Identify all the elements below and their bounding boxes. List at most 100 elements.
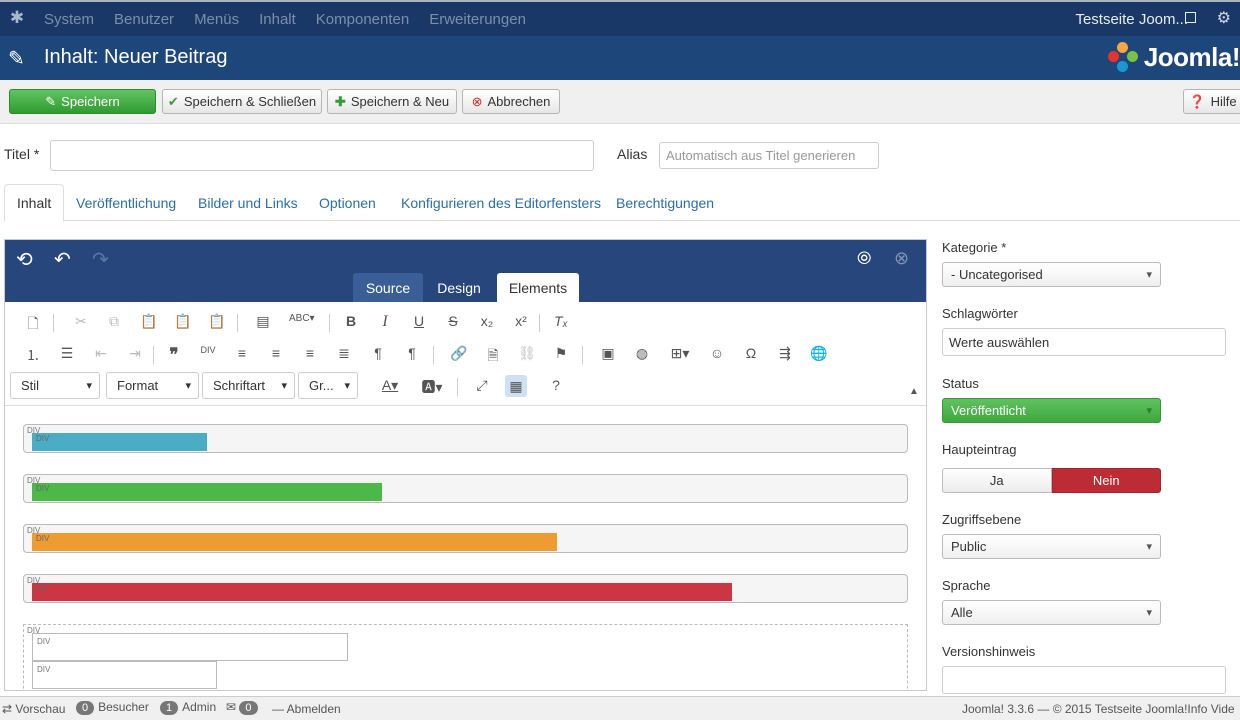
div-container-icon[interactable]: DIV xyxy=(197,345,219,355)
alias-input[interactable]: Automatisch aus Titel generieren xyxy=(659,142,879,169)
anchor-flag-icon[interactable]: ⚑ xyxy=(550,345,572,362)
horizontal-rule-icon[interactable]: ⇶ xyxy=(774,345,796,362)
save-close-button[interactable]: ✔ Speichern & Schließen xyxy=(162,89,322,114)
menu-item-menus[interactable]: Menüs xyxy=(194,11,239,28)
align-right-icon[interactable]: ≡ xyxy=(299,345,321,361)
close-icon[interactable]: ⊗ xyxy=(894,248,909,269)
menu-item-users[interactable]: Benutzer xyxy=(114,11,174,28)
subscript-icon[interactable]: x₂ xyxy=(476,313,498,329)
tab-optionen[interactable]: Optionen xyxy=(307,184,388,221)
image-icon[interactable]: ▣ xyxy=(597,345,619,362)
wysiwyg-editor: ⟲ ↶ ↷ ⦾ ⊗ Source Design Elements 🗋 ✂ ⧉ 📋… xyxy=(4,239,927,691)
unlink-icon[interactable]: ⛓ xyxy=(516,345,538,362)
blockquote-icon[interactable]: ❞ xyxy=(163,345,185,365)
outdent-icon[interactable]: ⇤ xyxy=(90,345,112,362)
redo-icon[interactable]: ↷ xyxy=(92,247,109,272)
site-link[interactable]: Testseite Joom... xyxy=(1075,11,1188,28)
envelope-icon: ✉ xyxy=(226,700,240,714)
superscript-icon[interactable]: x² xyxy=(510,313,532,329)
external-link-icon[interactable] xyxy=(1185,12,1196,23)
messages-indicator[interactable]: ✉ 0 xyxy=(226,700,262,715)
clear-format-icon[interactable]: Tₓ xyxy=(550,313,572,329)
maximize-icon[interactable]: ⤢ xyxy=(471,377,493,394)
bold-icon[interactable]: B xyxy=(340,313,362,329)
cancel-button[interactable]: ⊗ Abbrechen xyxy=(462,89,560,114)
cut-icon[interactable]: ✂ xyxy=(70,313,92,330)
about-icon[interactable]: ? xyxy=(545,377,567,393)
collapse-toolbar-icon[interactable]: ▲ xyxy=(903,386,925,397)
tab-veroeffentlichung[interactable]: Veröffentlichung xyxy=(64,184,188,221)
italic-icon[interactable]: I xyxy=(374,313,396,331)
editor-tab-elements[interactable]: Elements xyxy=(497,273,579,302)
align-center-icon[interactable]: ≡ xyxy=(265,345,287,361)
visitors-indicator: 0 Besucher xyxy=(76,700,149,715)
show-blocks-icon[interactable]: ▦ xyxy=(505,375,527,397)
separator xyxy=(433,346,434,364)
preview-link[interactable]: ⇄ Vorschau xyxy=(2,702,65,716)
align-justify-icon[interactable]: ≣ xyxy=(333,345,355,362)
special-char-icon[interactable]: Ω xyxy=(740,345,762,361)
font-dropdown[interactable]: Schriftart xyxy=(202,372,295,399)
menu-item-extensions[interactable]: Erweiterungen xyxy=(429,11,526,28)
copy-icon[interactable]: ⧉ xyxy=(103,313,125,330)
language-select[interactable]: Alle xyxy=(942,600,1161,625)
tab-editor-config[interactable]: Konfigurieren des Editorfensters xyxy=(389,184,613,221)
editor-content[interactable]: DIV DIV DIV DIV DIV DIV DIV DIV DIV DIV … xyxy=(5,406,926,690)
menu-item-content[interactable]: Inhalt xyxy=(259,11,296,28)
paste-word-icon[interactable]: 📋 xyxy=(206,313,228,330)
undo-icon[interactable]: ↶ xyxy=(54,247,71,272)
visitors-badge: 0 xyxy=(76,701,95,715)
featured-no-button[interactable]: Nein xyxy=(1051,468,1161,493)
tab-inhalt[interactable]: Inhalt xyxy=(4,184,65,222)
search-icon[interactable]: ⦾ xyxy=(857,248,871,269)
status-select[interactable]: Veröffentlicht xyxy=(942,398,1161,423)
tab-bilder-und-links[interactable]: Bilder und Links xyxy=(186,184,310,221)
editor-tab-design[interactable]: Design xyxy=(427,273,491,302)
strikethrough-icon[interactable]: S xyxy=(442,313,464,329)
top-navbar: ✱ System Benutzer Menüs Inhalt Komponent… xyxy=(0,0,1240,36)
find-replace-icon[interactable]: ▤ xyxy=(252,313,274,330)
new-document-icon[interactable]: 🗋 xyxy=(22,313,44,337)
menu-item-system[interactable]: System xyxy=(44,11,94,28)
underline-icon[interactable]: U xyxy=(408,313,430,329)
paste-text-icon[interactable]: 📋 xyxy=(172,313,194,330)
link-document-icon[interactable]: 🗎 xyxy=(482,345,504,369)
language-label: Sprache xyxy=(942,578,991,593)
table-icon[interactable]: ⊞▾ xyxy=(669,345,691,362)
smiley-icon[interactable]: ☺ xyxy=(706,345,728,361)
iframe-icon[interactable]: 🌐 xyxy=(808,345,830,362)
indent-icon[interactable]: ⇥ xyxy=(124,345,146,362)
help-button[interactable]: ❓ Hilfe xyxy=(1183,89,1240,114)
featured-yes-button[interactable]: Ja xyxy=(942,468,1052,493)
format-dropdown[interactable]: Format xyxy=(106,372,199,399)
progress-container: DIV DIV xyxy=(23,424,908,453)
title-input[interactable] xyxy=(50,140,594,171)
menu-item-components[interactable]: Komponenten xyxy=(316,11,409,28)
align-left-icon[interactable]: ≡ xyxy=(231,345,253,361)
save-button[interactable]: ✎ Speichern xyxy=(9,89,156,114)
background-color-icon[interactable]: 🅰▾ xyxy=(421,377,443,397)
paste-icon[interactable]: 📋 xyxy=(138,313,160,330)
style-dropdown[interactable]: Stil xyxy=(10,372,100,399)
restore-icon[interactable]: ⟲ xyxy=(16,247,33,272)
flash-media-icon[interactable]: ◍ xyxy=(631,345,653,362)
text-color-icon[interactable]: A▾ xyxy=(379,377,401,394)
numbered-list-icon[interactable]: ⒈ xyxy=(22,345,44,365)
gear-icon[interactable]: ⚙ xyxy=(1217,8,1231,28)
ltr-icon[interactable]: ¶ xyxy=(367,345,389,361)
category-select[interactable]: - Uncategorised xyxy=(942,262,1161,287)
save-new-button[interactable]: ✚ Speichern & Neu xyxy=(327,89,457,114)
access-select[interactable]: Public xyxy=(942,534,1161,559)
progress-bar-red: DIV xyxy=(32,583,732,601)
tab-berechtigungen[interactable]: Berechtigungen xyxy=(604,184,726,221)
rtl-icon[interactable]: ¶ xyxy=(401,345,423,361)
spellcheck-icon[interactable]: ABC▾ xyxy=(289,313,315,324)
tags-input[interactable]: Werte auswählen xyxy=(942,328,1226,356)
editor-tab-source[interactable]: Source xyxy=(353,273,423,302)
size-dropdown[interactable]: Gr... xyxy=(298,372,358,399)
bullet-list-icon[interactable]: ☰ xyxy=(56,345,78,362)
joomla-logo-icon[interactable]: ✱ xyxy=(8,9,26,27)
link-icon[interactable]: 🔗 xyxy=(448,345,470,362)
version-note-input[interactable] xyxy=(942,666,1226,694)
logout-link[interactable]: — Abmelden xyxy=(272,702,341,716)
